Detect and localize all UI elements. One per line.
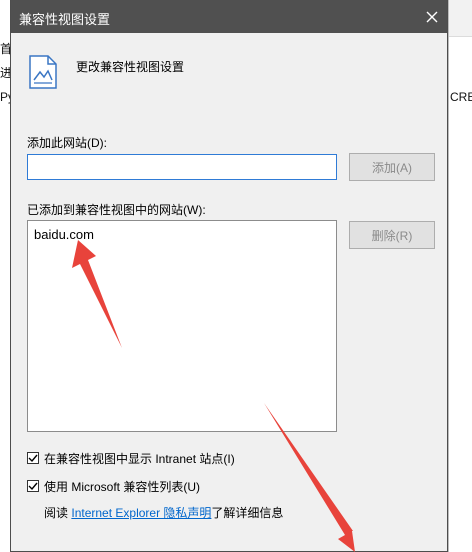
add-site-input[interactable] xyxy=(27,154,337,180)
ms-list-checkbox[interactable] xyxy=(27,480,39,492)
ms-list-option[interactable]: 使用 Microsoft 兼容性列表(U) xyxy=(27,478,200,494)
header-text: 更改兼容性视图设置 xyxy=(76,60,185,74)
title-bar: 兼容性视图设置 xyxy=(11,0,447,33)
intranet-checkbox[interactable] xyxy=(27,452,39,464)
added-sites-label: 已添加到兼容性视图中的网站(W): xyxy=(27,203,206,217)
privacy-statement-link[interactable]: Internet Explorer 隐私声明 xyxy=(71,506,211,520)
checkmark-icon xyxy=(28,454,38,463)
footer-prefix: 阅读 xyxy=(44,506,69,520)
page-settings-icon xyxy=(29,55,57,89)
background-toolbar xyxy=(449,0,472,37)
privacy-footer: 阅读 Internet Explorer 隐私声明了解详细信息 xyxy=(44,504,283,521)
add-site-label: 添加此网站(D): xyxy=(27,136,107,150)
add-button[interactable]: 添加(A) xyxy=(349,153,435,181)
sites-listbox[interactable]: baidu.com xyxy=(27,220,337,432)
footer-suffix: 了解详细信息 xyxy=(211,506,284,520)
remove-button[interactable]: 删除(R) xyxy=(349,221,435,249)
intranet-option[interactable]: 在兼容性视图中显示 Intranet 站点(I) xyxy=(27,450,235,466)
dialog-title: 兼容性视图设置 xyxy=(19,12,111,27)
compatibility-view-dialog: 兼容性视图设置 更改兼容性视图设置 添加此网站(D): 添加(A) 已添加到兼容… xyxy=(10,0,448,552)
background-text: CRE xyxy=(450,90,472,104)
intranet-option-label: 在兼容性视图中显示 Intranet 站点(I) xyxy=(44,451,235,466)
background-window-right: CRE xyxy=(448,0,472,552)
ms-list-option-label: 使用 Microsoft 兼容性列表(U) xyxy=(44,479,201,494)
close-icon xyxy=(426,11,438,22)
list-item[interactable]: baidu.com xyxy=(34,227,94,242)
checkmark-icon xyxy=(28,482,38,491)
close-button[interactable] xyxy=(417,0,447,33)
